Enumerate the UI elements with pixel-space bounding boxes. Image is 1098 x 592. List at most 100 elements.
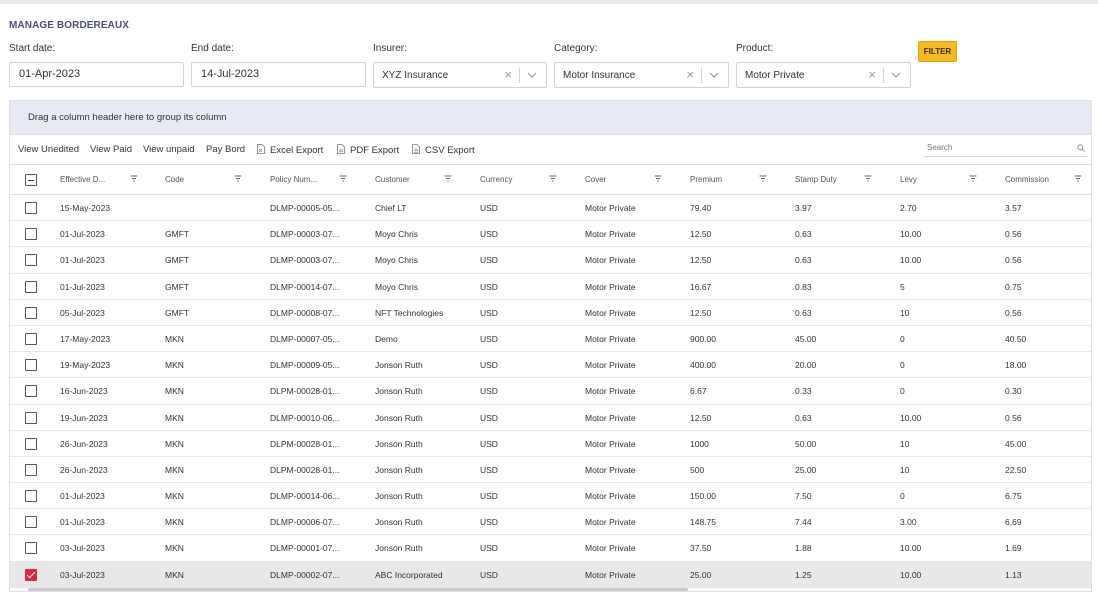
filter-button[interactable]: FILTER: [918, 41, 957, 62]
insurer-value: XYZ Insurance: [382, 70, 449, 81]
pdf-export-button[interactable]: PDF Export: [337, 144, 399, 156]
select-all-checkbox[interactable]: [25, 174, 37, 186]
cell-stamp-duty: 0.63: [795, 229, 812, 240]
column-header-currency[interactable]: Currency: [480, 175, 512, 184]
view-unedited-button[interactable]: View Unedited: [18, 144, 79, 155]
cell-code: MKN: [165, 543, 184, 554]
cell-code: MKN: [165, 569, 184, 580]
table-row[interactable]: 03-Jul-2023 MKN DLMP-00002-07... ABC Incorp…: [10, 561, 1091, 588]
grid-header-row: Effective D... Code Policy Num... Customer C…: [10, 165, 1091, 195]
insurer-select[interactable]: XYZ Insurance ×: [373, 62, 547, 88]
row-checkbox[interactable]: [25, 280, 37, 293]
column-header-stamp-duty[interactable]: Stamp Duty: [795, 175, 837, 184]
filter-icon[interactable]: [1074, 175, 1082, 182]
column-header-customer[interactable]: Customer: [375, 175, 410, 184]
cell-effective-date: 15-May-2023: [60, 203, 111, 213]
filter-icon[interactable]: [130, 175, 138, 182]
table-row[interactable]: 19-Jun-2023 MKN DLMP-00010-06... Jonson Rut…: [10, 405, 1091, 431]
table-row[interactable]: 05-Jul-2023 GMFT DLMP-00008-07... NFT Techn…: [10, 300, 1091, 326]
row-checkbox[interactable]: [25, 228, 37, 241]
table-row[interactable]: 17-May-2023 MKN DLMP-00007-05... Demo USD Mot…: [10, 326, 1091, 353]
row-checkbox[interactable]: [25, 306, 37, 319]
end-date-input[interactable]: 14-Jul-2023: [191, 62, 366, 87]
clear-icon[interactable]: ×: [504, 67, 512, 82]
table-row[interactable]: 01-Jul-2023 GMFT DLMP-00003-07... Moyo Chri…: [10, 247, 1091, 274]
chevron-down-icon[interactable]: [708, 68, 720, 82]
row-checkbox[interactable]: [25, 202, 37, 214]
cell-stamp-duty: 25.00: [795, 464, 817, 475]
view-unpaid-button[interactable]: View unpaid: [143, 144, 195, 155]
chevron-down-icon[interactable]: [526, 68, 538, 82]
filter-icon[interactable]: [759, 175, 767, 182]
cell-commission: 0.56: [1005, 255, 1022, 266]
table-row[interactable]: 01-Jul-2023 MKN DLMP-00006-07... Jonson Rut…: [10, 509, 1091, 536]
category-select[interactable]: Motor Insurance ×: [554, 62, 729, 88]
excel-export-button[interactable]: Excel Export: [257, 144, 323, 156]
table-row[interactable]: 26-Jun-2023 MKN DLPM-00028-01... Jonson Rut…: [10, 457, 1091, 484]
cell-policy-number: DLMP-00009-05...: [270, 360, 340, 371]
row-checkbox[interactable]: [25, 542, 37, 555]
row-checkbox[interactable]: [25, 516, 37, 529]
view-paid-button[interactable]: View Paid: [90, 144, 132, 155]
table-row[interactable]: 16-Jun-2023 MKN DLPM-00028-01... Jonson Rut…: [10, 378, 1091, 405]
filter-icon[interactable]: [444, 175, 452, 182]
cell-cover: Motor Private: [585, 203, 636, 213]
grid-search[interactable]: [923, 139, 1087, 157]
row-checkbox[interactable]: [25, 254, 37, 267]
row-checkbox[interactable]: [25, 490, 37, 503]
filter-icon[interactable]: [234, 175, 242, 182]
chevron-down-icon[interactable]: [890, 68, 902, 82]
cell-stamp-duty: 0.63: [795, 412, 812, 423]
search-input[interactable]: [927, 143, 1067, 152]
column-header-commission[interactable]: Commission: [1005, 175, 1049, 184]
filter-icon[interactable]: [654, 175, 662, 182]
csv-export-button[interactable]: CSV Export: [412, 144, 475, 156]
cell-levy: 10: [900, 464, 910, 475]
cell-currency: USD: [480, 281, 498, 292]
clear-icon[interactable]: ×: [686, 67, 694, 82]
row-checkbox[interactable]: [25, 359, 37, 372]
product-value: Motor Private: [745, 70, 805, 81]
table-row[interactable]: 19-May-2023 MKN DLMP-00009-05... Jonson Rut…: [10, 352, 1091, 379]
cell-cover: Motor Private: [585, 543, 636, 554]
table-row[interactable]: 15-May-2023 DLMP-00005-05... Chief LT USD Mo…: [10, 195, 1091, 222]
cell-commission: 6.75: [1005, 491, 1022, 502]
column-header-effective-date[interactable]: Effective D...: [60, 175, 105, 184]
horizontal-scrollbar[interactable]: [28, 588, 688, 591]
clear-icon[interactable]: ×: [868, 67, 876, 82]
pay-bord-button[interactable]: Pay Bord: [206, 144, 245, 155]
cell-stamp-duty: 0.63: [795, 255, 812, 266]
column-header-cover[interactable]: Cover: [585, 175, 606, 184]
filter-icon[interactable]: [864, 175, 872, 182]
cell-cover: Motor Private: [585, 360, 636, 371]
cell-currency: USD: [480, 438, 498, 449]
table-row[interactable]: 01-Jul-2023 GMFT DLMP-00003-07... Moyo Chri…: [10, 221, 1091, 248]
row-checkbox[interactable]: [25, 463, 37, 476]
filter-icon[interactable]: [549, 175, 557, 182]
column-header-code[interactable]: Code: [165, 175, 184, 184]
top-bar: [0, 0, 1098, 4]
cell-stamp-duty: 1.88: [795, 543, 812, 554]
cell-customer: Jonson Ruth: [375, 464, 423, 475]
start-date-input[interactable]: 01-Apr-2023: [9, 62, 184, 87]
cell-currency: USD: [480, 517, 498, 528]
row-checkbox[interactable]: [25, 332, 37, 345]
table-row[interactable]: 26-Jun-2023 MKN DLPM-00028-01... Jonson Rut…: [10, 431, 1091, 457]
group-panel[interactable]: Drag a column header here to group its c…: [10, 101, 1091, 135]
filter-icon[interactable]: [339, 175, 347, 182]
row-checkbox[interactable]: [25, 385, 37, 398]
table-row[interactable]: 01-Jul-2023 GMFT DLMP-00014-07... Moyo Chri…: [10, 274, 1091, 300]
row-checkbox[interactable]: [25, 568, 37, 581]
column-header-policy-number[interactable]: Policy Num...: [270, 175, 317, 184]
table-row[interactable]: 01-Jul-2023 MKN DLMP-00014-06... Jonson Rut…: [10, 483, 1091, 510]
column-header-levy[interactable]: Levy: [900, 175, 917, 184]
table-row[interactable]: 03-Jul-2023 MKN DLMP-00001-07... Jonson Rut…: [10, 535, 1091, 562]
column-header-premium[interactable]: Premium: [690, 175, 722, 184]
row-checkbox[interactable]: [25, 411, 37, 424]
row-checkbox[interactable]: [25, 437, 37, 450]
product-select[interactable]: Motor Private ×: [736, 62, 911, 88]
cell-levy: 10.00: [900, 543, 922, 554]
cell-policy-number: DLMP-00003-07...: [270, 229, 340, 240]
cell-customer: Chief LT: [375, 203, 407, 213]
filter-icon[interactable]: [969, 175, 977, 182]
